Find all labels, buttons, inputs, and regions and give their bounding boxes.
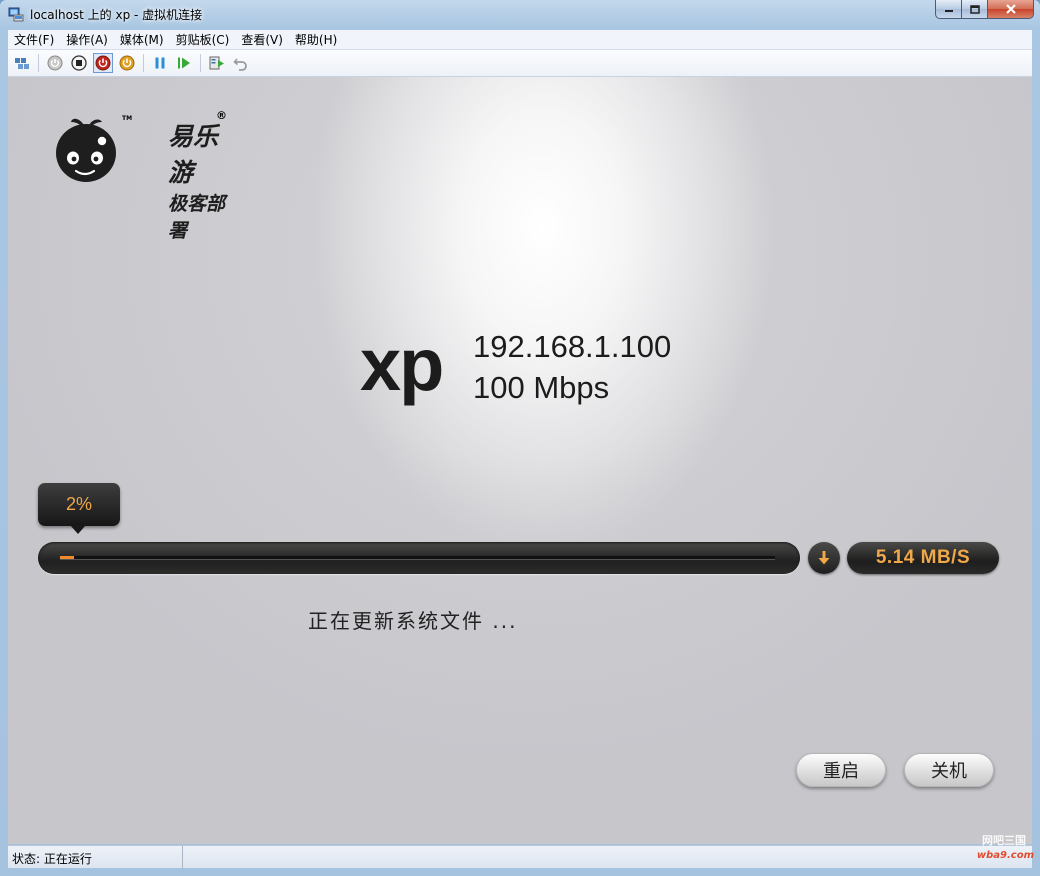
vm-connection-window: localhost 上的 xp - 虚拟机连接 文件(F) 操作(A) 媒体(M…: [0, 0, 1040, 876]
maximize-icon: [969, 4, 980, 14]
shutdown-button[interactable]: [93, 53, 113, 73]
toolbar: [8, 50, 1032, 77]
progress-percent: 2%: [65, 494, 92, 514]
vm-connection-icon: [8, 7, 24, 22]
maximize-button[interactable]: [962, 0, 988, 19]
snapshot-button[interactable]: [207, 53, 227, 73]
watermark-line2: wba9.com: [976, 850, 1034, 861]
download-speed-badge: 5.14 MB/S: [847, 542, 999, 574]
vm-status-text: 状态: 正在运行: [12, 852, 92, 866]
menu-file[interactable]: 文件(F): [8, 31, 60, 48]
download-indicator: [808, 542, 840, 574]
toolbar-separator: [143, 54, 144, 72]
watermark: 网吧三国 wba9.com: [934, 832, 1034, 872]
window-controls: [935, 0, 1034, 20]
ctrl-alt-del-button[interactable]: [12, 53, 32, 73]
turn-off-icon: [71, 55, 87, 71]
resume-icon: [178, 57, 190, 69]
brand-name-line1: 易乐游: [168, 122, 219, 187]
pause-icon: [155, 57, 165, 69]
menu-help[interactable]: 帮助(H): [289, 31, 343, 48]
vm-display[interactable]: TM ® 易乐游 极客部署 xp 192.168.1.100 100 Mbps …: [8, 77, 1032, 844]
start-button[interactable]: [45, 53, 65, 73]
trademark-mark: TM: [122, 115, 133, 122]
machine-name: xp: [360, 323, 444, 406]
close-button[interactable]: [988, 0, 1034, 19]
toolbar-separator: [200, 54, 201, 72]
title-bar[interactable]: localhost 上的 xp - 虚拟机连接: [0, 0, 1040, 28]
status-panel: 状态: 正在运行: [8, 846, 183, 868]
status-message: 正在更新系统文件 ...: [308, 609, 518, 633]
close-icon: [1005, 4, 1016, 14]
shutdown-vm-button[interactable]: 关机: [904, 753, 994, 787]
brand-logo: TM ® 易乐游 极客部署: [52, 109, 232, 242]
machine-ip: 192.168.1.100: [473, 329, 672, 364]
brand-name-line2: 极客部署: [168, 193, 226, 242]
pause-button[interactable]: [150, 53, 170, 73]
resume-button[interactable]: [174, 53, 194, 73]
turn-off-button[interactable]: [69, 53, 89, 73]
progress-fill: [60, 556, 74, 559]
snapshot-icon: [209, 56, 224, 70]
progress-bar: [38, 542, 800, 574]
download-arrow-icon: [818, 551, 830, 565]
restart-button[interactable]: 重启: [796, 753, 886, 787]
save-button[interactable]: [117, 53, 137, 73]
menu-view[interactable]: 查看(V): [235, 31, 289, 48]
minimize-icon: [944, 10, 953, 12]
menu-action[interactable]: 操作(A): [60, 31, 114, 48]
window-title: localhost 上的 xp - 虚拟机连接: [30, 8, 203, 22]
status-panel-empty: [184, 846, 1024, 868]
status-bar: 状态: 正在运行: [8, 845, 1032, 868]
menu-bar: 文件(F) 操作(A) 媒体(M) 剪贴板(C) 查看(V) 帮助(H): [8, 30, 1032, 50]
mascot-icon: [56, 118, 116, 182]
save-icon: [119, 55, 135, 71]
progress-percent-tooltip: 2%: [38, 483, 120, 534]
start-icon: [47, 55, 63, 71]
ctrl-alt-del-icon: [15, 58, 29, 69]
revert-icon: [233, 58, 247, 71]
brand-name: 易乐游 极客部署: [168, 117, 232, 243]
menu-media[interactable]: 媒体(M): [114, 31, 170, 48]
menu-clipboard[interactable]: 剪贴板(C): [170, 31, 236, 48]
minimize-button[interactable]: [935, 0, 962, 19]
revert-button[interactable]: [231, 53, 251, 73]
watermark-line1: 网吧三国: [982, 834, 1026, 847]
download-speed: 5.14 MB/S: [875, 547, 971, 568]
machine-link-speed: 100 Mbps: [473, 370, 610, 405]
shutdown-icon: [95, 55, 111, 71]
toolbar-separator: [38, 54, 39, 72]
progress-track: [60, 556, 775, 560]
